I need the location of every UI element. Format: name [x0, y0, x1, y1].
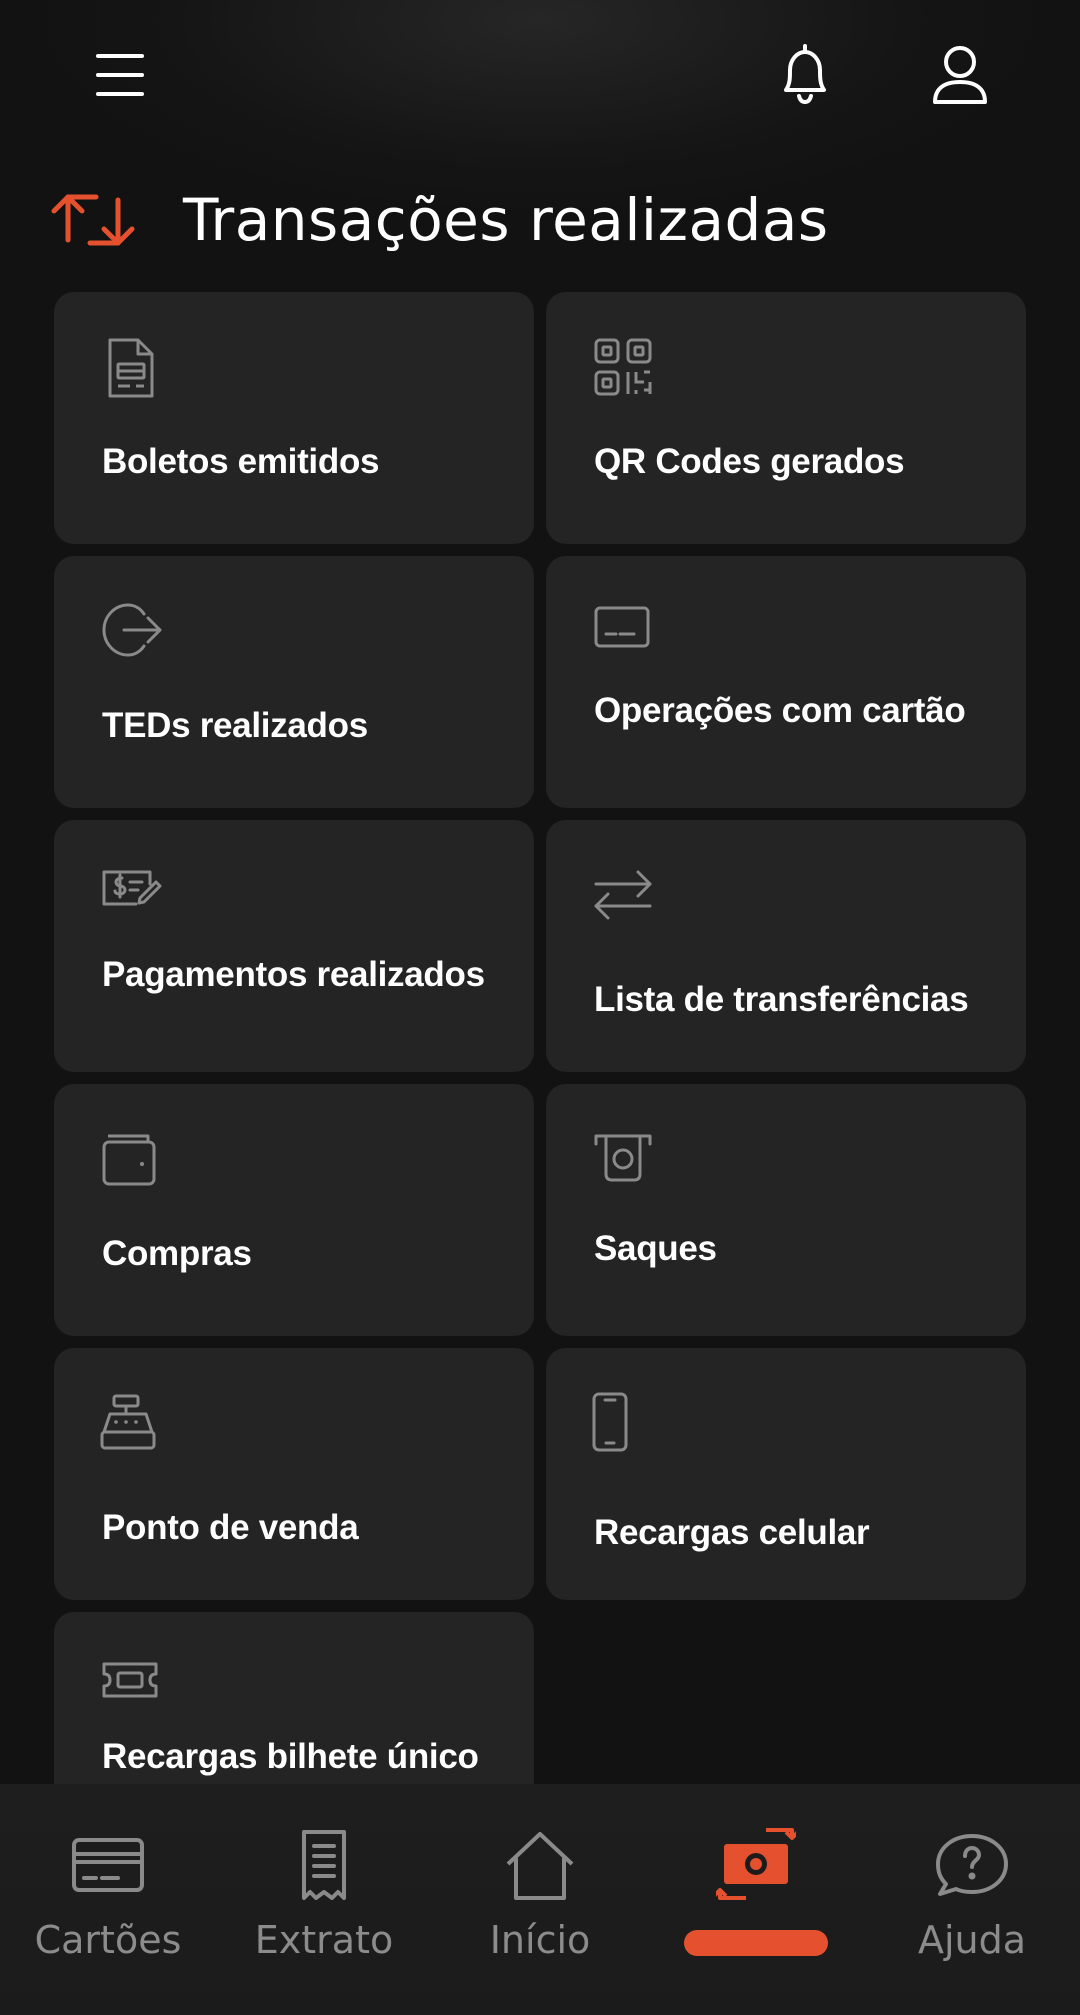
top-bar — [0, 0, 1080, 150]
tile-saques[interactable]: Saques — [546, 1084, 1026, 1336]
card-icon — [72, 1838, 144, 1892]
active-nav-indicator — [684, 1930, 828, 1956]
nav-label: Início — [489, 1918, 591, 1962]
bell-icon — [784, 44, 826, 104]
menu-button[interactable] — [88, 48, 152, 102]
nav-label: Ajuda — [917, 1918, 1027, 1962]
tile-recargas-celular[interactable]: Recargas celular — [546, 1348, 1026, 1600]
nav-label: Cartões — [34, 1918, 182, 1962]
tile-label: Lista de transferências — [594, 980, 969, 1019]
nav-item-ajuda[interactable]: Ajuda — [864, 1784, 1080, 2015]
page-title: Transações realizadas — [183, 186, 829, 254]
tile-teds-realizados[interactable]: TEDs realizados — [54, 556, 534, 808]
profile-button[interactable] — [925, 40, 995, 110]
tile-label: Compras — [102, 1234, 252, 1273]
tile-label: TEDs realizados — [102, 706, 368, 745]
tile-lista-de-transferencias[interactable]: Lista de transferências — [546, 820, 1026, 1072]
tile-boletos-emitidos[interactable]: Boletos emitidos — [54, 292, 534, 544]
tile-label: Recargas celular — [594, 1513, 870, 1552]
atm-withdraw-icon — [594, 1134, 652, 1182]
cash-register-icon — [100, 1394, 156, 1450]
hamburger-menu-icon — [96, 54, 144, 96]
qr-code-icon — [594, 338, 652, 396]
tile-label: QR Codes gerados — [594, 442, 905, 481]
tile-ponto-de-venda[interactable]: Ponto de venda — [54, 1348, 534, 1600]
payment-check-icon — [102, 870, 162, 906]
ticket-icon — [102, 1662, 158, 1698]
transactions-grid: Boletos emitidos QR Codes gerados TEDs r… — [54, 292, 1026, 1784]
tile-label: Saques — [594, 1229, 717, 1268]
bottom-navigation: Cartões Extrato Início Ajuda — [0, 1784, 1080, 2015]
nav-item-cartoes[interactable]: Cartões — [0, 1784, 216, 2015]
help-chat-icon — [936, 1834, 1008, 1896]
money-transfer-icon — [716, 1828, 796, 1900]
notifications-button[interactable] — [770, 40, 840, 110]
phone-icon — [592, 1392, 628, 1452]
wallet-icon — [102, 1134, 156, 1186]
tile-label: Ponto de venda — [102, 1508, 359, 1547]
nav-item-inicio[interactable]: Início — [432, 1784, 648, 2015]
tile-pagamentos-realizados[interactable]: Pagamentos realizados — [54, 820, 534, 1072]
transactions-arrows-icon — [51, 194, 135, 246]
home-icon — [506, 1832, 574, 1900]
user-icon — [933, 46, 987, 104]
bill-document-icon — [108, 338, 154, 398]
tile-label: Recargas bilhete único — [102, 1737, 479, 1776]
swap-arrows-icon — [594, 870, 652, 920]
transfer-out-icon — [102, 603, 162, 657]
tile-compras[interactable]: Compras — [54, 1084, 534, 1336]
tile-label: Boletos emitidos — [102, 442, 380, 481]
tile-label: Pagamentos realizados — [102, 955, 485, 994]
transactions-grid-viewport: Boletos emitidos QR Codes gerados TEDs r… — [0, 292, 1080, 1784]
nav-item-transacoes[interactable] — [648, 1784, 864, 2015]
tile-label: Operações com cartão — [594, 691, 966, 730]
tile-operacoes-com-cartao[interactable]: Operações com cartão — [546, 556, 1026, 808]
tile-qr-codes-gerados[interactable]: QR Codes gerados — [546, 292, 1026, 544]
page-title-row: Transações realizadas — [48, 175, 1048, 265]
receipt-icon — [302, 1830, 346, 1900]
card-icon — [594, 606, 650, 648]
nav-label: Extrato — [254, 1918, 394, 1962]
nav-item-extrato[interactable]: Extrato — [216, 1784, 432, 2015]
tile-recargas-bilhete-unico[interactable]: Recargas bilhete único — [54, 1612, 534, 1784]
